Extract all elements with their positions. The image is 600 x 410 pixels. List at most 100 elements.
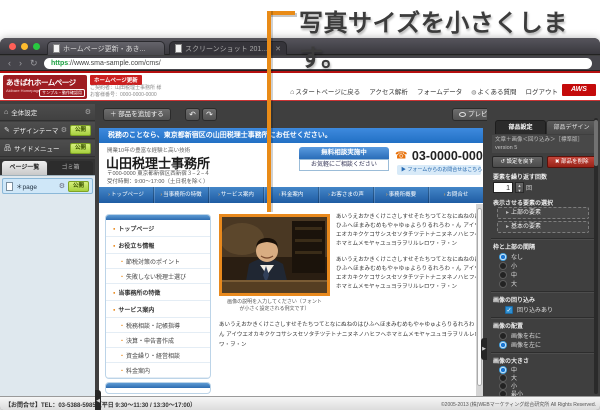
menu-link[interactable]: お役立ち情報 xyxy=(106,237,210,254)
upper-element-button[interactable]: ▸ 上部の要素 xyxy=(497,207,589,219)
radio-icon[interactable] xyxy=(499,270,507,279)
radio-selected-icon[interactable] xyxy=(499,340,507,349)
menu-link[interactable]: 料金案内 xyxy=(106,363,210,378)
stepper-arrows[interactable]: ▲ ▼ xyxy=(515,182,524,193)
part-info: 文章＋画像＜回り込み＞［標準版］ version 5 xyxy=(492,135,597,153)
sidebar-item-label: 全体設定 xyxy=(11,110,38,117)
side-menu-box: トップページ お役立ち情報 節税対策のポイント 失敗しない税理士選び 当事務所の… xyxy=(105,214,211,379)
side-menu-box-2 xyxy=(105,382,211,394)
preview-scrollbar[interactable] xyxy=(476,204,483,396)
tab-part-settings[interactable]: 部品設定 xyxy=(495,120,546,134)
browser-window: ホームページ更新・あき... スクリーンショット 201... ✕ ‹ › ↻ … xyxy=(0,38,600,410)
photo-caption: 画像の説明を入力してください（フォント が小さく設定される例文です） xyxy=(227,299,322,312)
sitemap-icon: 品 xyxy=(4,145,11,152)
gear-icon[interactable]: ⚙ xyxy=(61,126,67,134)
nav-item[interactable]: ›お客さまの声 xyxy=(318,187,373,203)
arrow-icon: ▶ xyxy=(401,167,407,173)
redo-button[interactable]: ↷ xyxy=(202,108,217,121)
site-hours: 受付時間：9:00〜17:00（土日祝を除く） xyxy=(107,179,209,185)
menu-box-top-bar xyxy=(106,383,210,388)
menu-link[interactable]: サービス案内 xyxy=(106,301,210,318)
page-list: ＊page ⚙ 公開 xyxy=(0,175,95,410)
undo-button[interactable]: ↶ xyxy=(185,108,200,121)
position-option-right[interactable]: 画像を右に xyxy=(499,331,541,340)
radio-selected-icon[interactable] xyxy=(499,252,507,261)
radio-icon[interactable] xyxy=(499,261,507,270)
account-line2: お客様番号：0000-0000-0000 xyxy=(90,92,157,98)
nav-item[interactable]: ›当事務所の特徴 xyxy=(153,187,208,203)
repeat-count-input[interactable]: 1 xyxy=(493,182,513,193)
spacing-option-small[interactable]: 小 xyxy=(499,261,517,270)
account-info: ご契約者：山田税理士事務所 様 お客様番号：0000-0000-0000 xyxy=(90,85,161,99)
tab-part-design[interactable]: 部品デザイン xyxy=(546,120,597,134)
nav-item[interactable]: ›事務所概要 xyxy=(373,187,428,203)
delete-part-button[interactable]: ✖ 部品を削除 xyxy=(546,156,597,168)
menu-link[interactable]: 資金繰り・経営相談 xyxy=(106,348,210,363)
contact-form-link[interactable]: ▶ フォームからのお問合せはこちら xyxy=(397,165,482,175)
menu-link[interactable]: 当事務所の特徴 xyxy=(106,284,210,301)
panel-collapse-handle[interactable]: ▶ xyxy=(481,338,487,360)
callout-text: 写真サイズを小さくします。 xyxy=(299,10,568,72)
add-part-button[interactable]: ＋ 部品を追加する xyxy=(103,108,171,121)
menu-form-data[interactable]: フォームデータ xyxy=(417,86,462,96)
browser-tab-cms[interactable]: ホームページ更新・あき... xyxy=(47,41,165,55)
tab-close-icon[interactable]: ✕ xyxy=(275,45,281,53)
menu-faq[interactable]: ◍よくある質問 xyxy=(471,86,516,96)
nav-item[interactable]: ›料金案内 xyxy=(263,187,318,203)
chevron-right-icon: ▸ xyxy=(506,224,510,230)
consult-note: お気軽にご相談ください xyxy=(299,159,389,171)
gear-icon[interactable]: ⚙ xyxy=(85,108,91,116)
spacing-option-none[interactable]: なし xyxy=(499,252,523,261)
nav-item[interactable]: ›サービス案内 xyxy=(208,187,263,203)
nav-item[interactable]: ›トップページ xyxy=(99,187,153,203)
tab-page-list[interactable]: ページ一覧 xyxy=(2,161,47,175)
consultant-photo-selected[interactable] xyxy=(219,214,330,296)
nav-item[interactable]: ›お問合せ xyxy=(428,187,483,203)
reload-icon[interactable]: ↻ xyxy=(30,58,38,69)
panel-scrollbar[interactable] xyxy=(594,118,598,394)
spacing-option-medium[interactable]: 中 xyxy=(499,270,517,279)
wrap-option[interactable]: ✓ 回り込みあり xyxy=(505,305,553,314)
panel-tabs: 部品設定 部品デザイン xyxy=(495,120,597,134)
tab-label: ホームページ更新・あき... xyxy=(63,45,146,53)
publish-button[interactable]: 公開 xyxy=(67,180,89,192)
page-list-item-selected[interactable]: ＊page ⚙ 公開 xyxy=(2,178,93,194)
close-window-button[interactable] xyxy=(9,43,16,50)
sidebar-item-design-theme[interactable]: ✎ デザインテーマ変更 ⚙ 公開 xyxy=(0,122,95,139)
menu-start-page[interactable]: ⌂スタートページに戻る xyxy=(290,86,360,96)
sidebar-tabs: ページ一覧 ゴミ箱 xyxy=(0,159,95,175)
menu-link[interactable]: 節税対策のポイント xyxy=(106,254,210,269)
site-catchphrase-banner[interactable]: 税務のことなら、東京都新宿区の山田税理士事務所にお任せください。 xyxy=(99,128,483,143)
sidebar-collapse-handle[interactable]: ◀ xyxy=(95,390,101,410)
site-body: トップページ お役立ち情報 節税対策のポイント 失敗しない税理士選び 当事務所の… xyxy=(99,203,483,396)
menu-analytics[interactable]: アクセス解析 xyxy=(369,86,408,96)
url-text: ://www.sma-sample.com/cms/ xyxy=(68,60,161,67)
revert-settings-button[interactable]: ↺ 設定を戻す xyxy=(492,156,543,168)
publish-button[interactable]: 公開 xyxy=(69,142,91,154)
radio-icon[interactable] xyxy=(499,331,507,340)
gear-icon[interactable]: ⚙ xyxy=(59,182,65,190)
site-header: 開業10年の豊富な経験と高い技術 山田税理士事務所 〒000-0000 東京都新… xyxy=(99,143,483,187)
minimize-window-button[interactable] xyxy=(21,43,28,50)
forward-icon[interactable]: › xyxy=(19,58,22,68)
menu-logout[interactable]: ログアウト xyxy=(526,86,559,96)
sidebar-item-side-menu[interactable]: 品 サイドメニュー 公開 xyxy=(0,140,95,157)
divider xyxy=(491,238,597,239)
menu-link[interactable]: 税務相談・記帳指導 xyxy=(106,318,210,333)
publish-button[interactable]: 公開 xyxy=(69,124,91,136)
menu-link[interactable]: 失敗しない税理士選び xyxy=(106,269,210,284)
tab-favicon xyxy=(53,44,60,53)
radio-icon[interactable] xyxy=(499,279,507,288)
tab-trash[interactable]: ゴミ箱 xyxy=(48,161,93,175)
back-icon[interactable]: ‹ xyxy=(8,58,11,68)
scrollbar-thumb[interactable] xyxy=(594,120,598,166)
position-option-left[interactable]: 画像を左に xyxy=(499,340,541,349)
spacing-option-large[interactable]: 大 xyxy=(499,279,517,288)
basic-element-button[interactable]: ▸ 基本の要素 xyxy=(497,221,589,233)
sidebar-item-global-settings[interactable]: ⌂ 全体設定 ⚙ xyxy=(0,104,95,121)
zoom-window-button[interactable] xyxy=(33,43,40,50)
checkbox-checked-icon[interactable]: ✓ xyxy=(505,305,513,314)
page-name: ＊page xyxy=(16,184,37,191)
menu-link[interactable]: トップページ xyxy=(106,220,210,237)
menu-link[interactable]: 決算・申告書作成 xyxy=(106,333,210,348)
